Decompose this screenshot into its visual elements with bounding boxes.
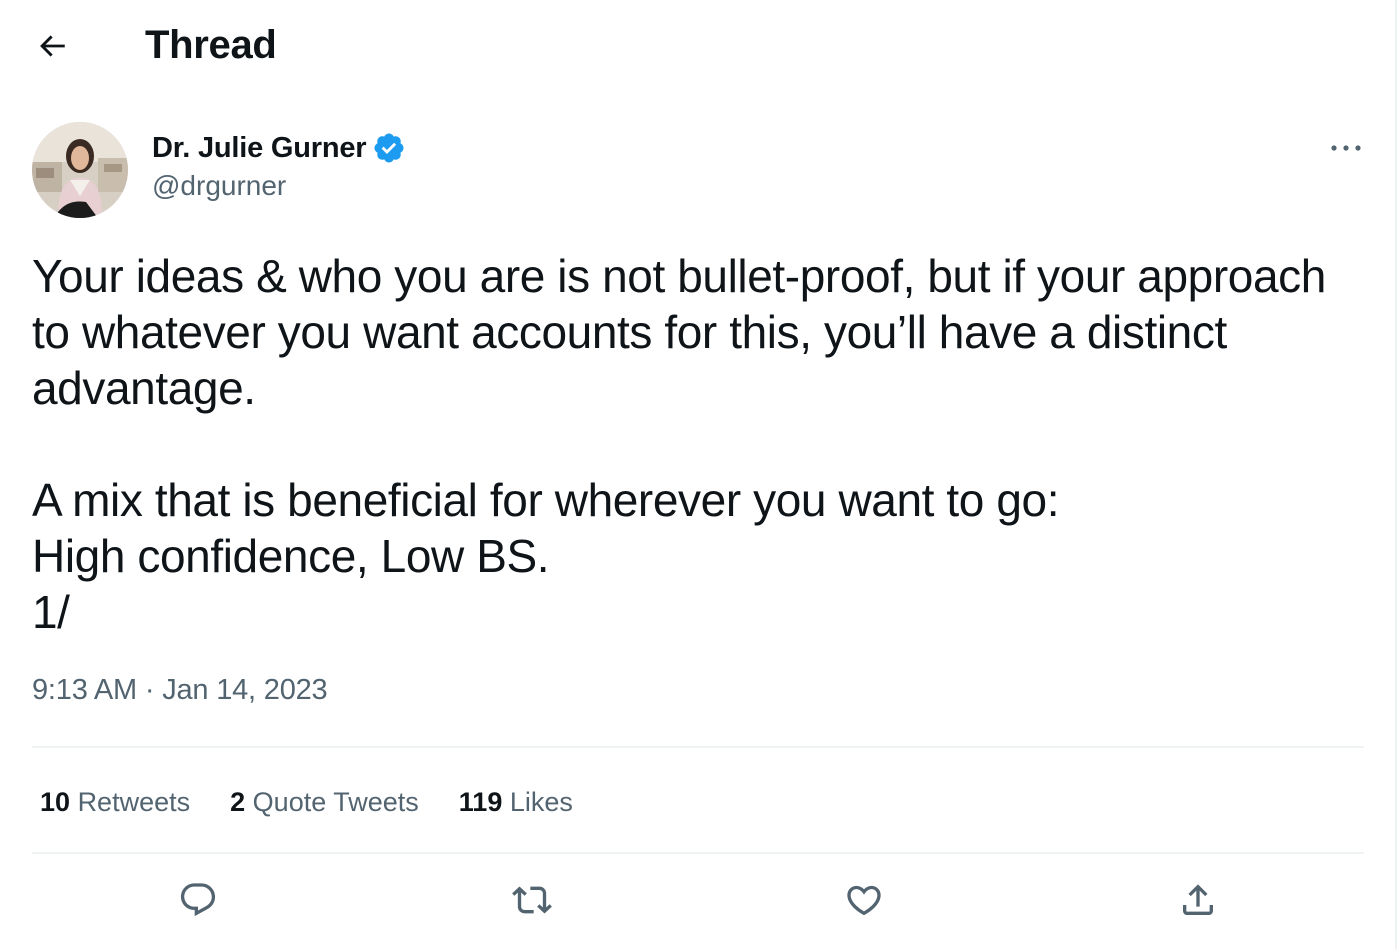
share-icon — [1183, 884, 1213, 915]
likes-stat[interactable]: 119 Likes — [459, 787, 573, 818]
thread-header: Thread — [0, 0, 1396, 90]
retweets-stat[interactable]: 10 Retweets — [40, 787, 190, 818]
more-dots-icon — [1331, 145, 1361, 151]
verified-badge-icon — [372, 131, 406, 165]
avatar[interactable] — [32, 122, 128, 218]
tweet-time[interactable]: 9:13 AM — [32, 674, 137, 706]
like-button[interactable] — [840, 876, 888, 924]
tweet-date[interactable]: Jan 14, 2023 — [162, 674, 328, 706]
tweet-text: Your ideas & who you are is not bullet-p… — [32, 248, 1372, 640]
reply-button[interactable] — [174, 876, 222, 924]
reply-icon — [180, 883, 216, 917]
quote-tweets-count: 2 — [230, 786, 246, 817]
retweets-label: Retweets — [77, 786, 191, 817]
retweet-icon — [512, 886, 552, 914]
arrow-left-icon — [40, 35, 65, 57]
like-icon — [847, 885, 881, 916]
share-button[interactable] — [1174, 876, 1222, 924]
more-options-button[interactable] — [1318, 128, 1374, 168]
retweets-count: 10 — [40, 786, 71, 817]
author-name[interactable]: Dr. Julie Gurner — [152, 132, 367, 165]
author-handle[interactable]: @drgurner — [152, 170, 286, 202]
tweet-paragraph: Your ideas & who you are is not bullet-p… — [32, 250, 1326, 414]
quote-tweets-stat[interactable]: 2 Quote Tweets — [230, 787, 419, 818]
tweet-paragraph: A mix that is beneficial for wherever yo… — [32, 474, 1060, 638]
back-button[interactable] — [30, 24, 74, 68]
divider — [32, 746, 1364, 748]
author-name-row: Dr. Julie Gurner — [152, 128, 406, 168]
page-title: Thread — [145, 23, 277, 67]
divider — [32, 852, 1364, 854]
profile-photo — [32, 122, 128, 218]
quote-tweets-label: Quote Tweets — [252, 786, 419, 817]
timestamp-separator: · — [144, 674, 155, 706]
tweet-timestamp: 9:13 AM · Jan 14, 2023 — [32, 674, 328, 707]
retweet-button[interactable] — [508, 876, 556, 924]
likes-label: Likes — [509, 786, 573, 817]
thread-page: Thread Dr. Julie Gurner @drgurner Your i… — [0, 0, 1397, 950]
likes-count: 119 — [458, 786, 503, 817]
tweet-stats: 10 Retweets 2 Quote Tweets 119 Likes — [40, 782, 613, 822]
